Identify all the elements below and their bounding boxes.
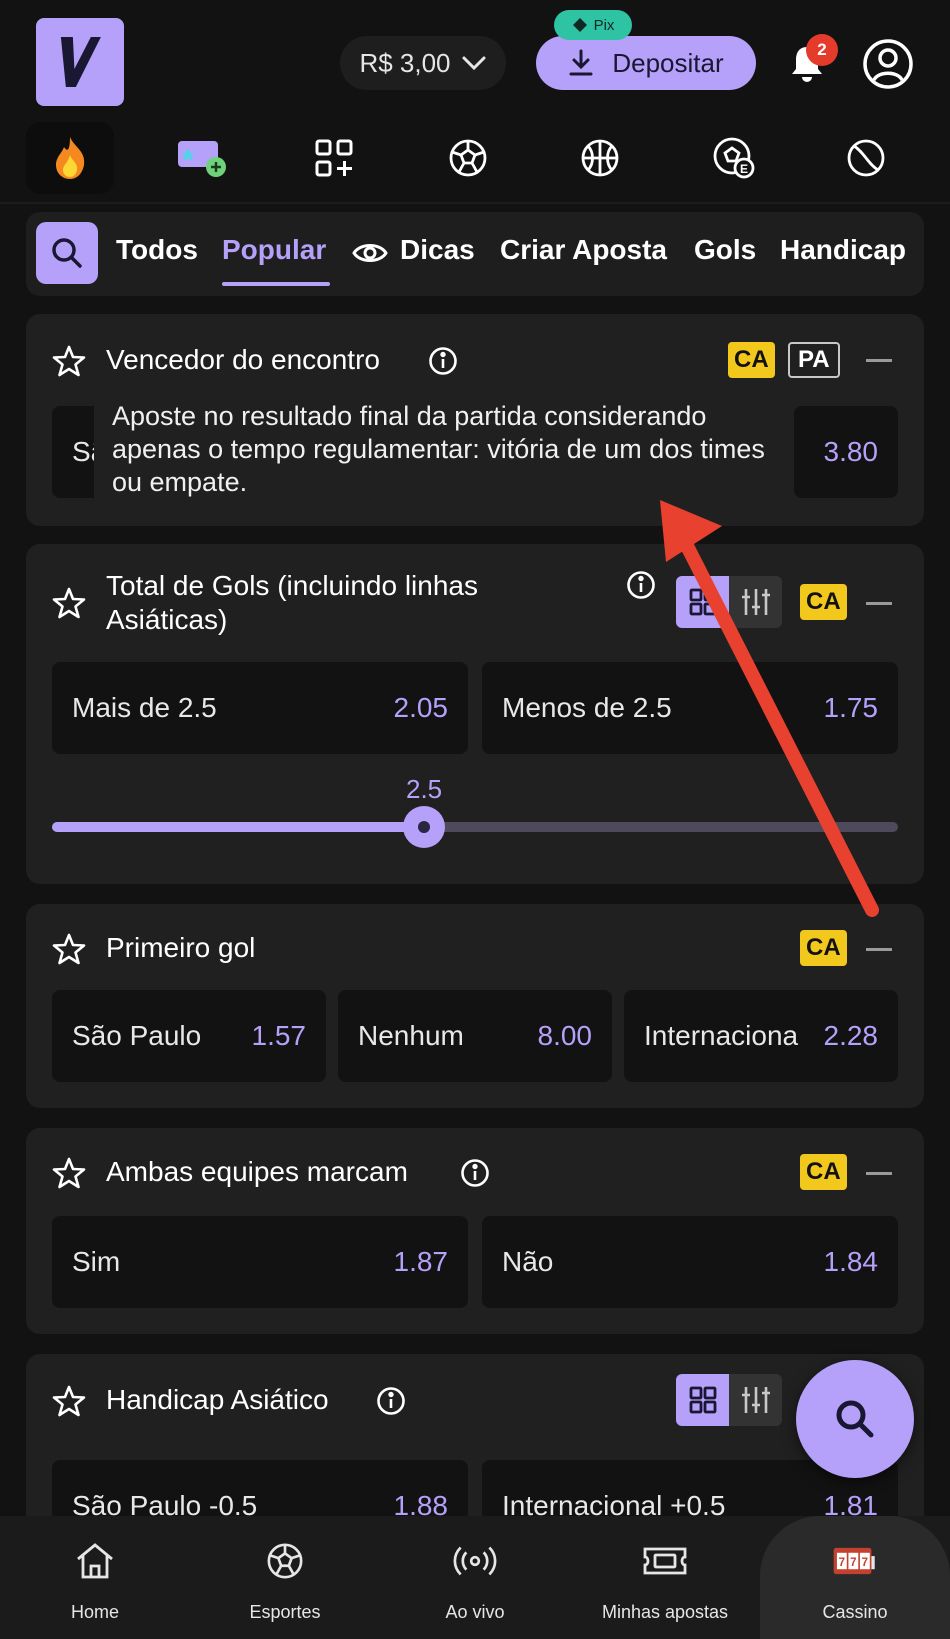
floating-search-button[interactable] bbox=[796, 1360, 914, 1478]
app-logo[interactable] bbox=[36, 18, 124, 106]
odd-button[interactable]: Não 1.84 bbox=[482, 1216, 898, 1308]
favorite-star-icon[interactable] bbox=[52, 586, 86, 620]
soccer-ball-icon[interactable] bbox=[424, 122, 512, 194]
esports-ball-icon[interactable]: E bbox=[690, 122, 778, 194]
pix-badge: Pix bbox=[554, 10, 632, 40]
search-icon bbox=[52, 238, 82, 268]
market-search-button[interactable] bbox=[36, 222, 98, 284]
nav-esportes[interactable]: Esportes bbox=[190, 1516, 380, 1639]
odd-value: 1.57 bbox=[251, 1020, 307, 1051]
nav-minhas-apostas[interactable]: Minhas apostas bbox=[570, 1516, 760, 1639]
info-icon[interactable] bbox=[376, 1386, 406, 1416]
odd-button[interactable]: Sim 1.87 bbox=[52, 1216, 468, 1308]
odd-button-over[interactable]: Mais de 2.5 2.05 bbox=[52, 662, 468, 754]
user-profile-icon[interactable] bbox=[862, 38, 914, 90]
tab-todos[interactable]: Todos bbox=[116, 234, 198, 266]
market-title-line2: Asiáticas) bbox=[106, 604, 228, 635]
tab-popular[interactable]: Popular bbox=[222, 234, 326, 266]
nav-ao-vivo[interactable]: Ao vivo bbox=[380, 1516, 570, 1639]
favorite-star-icon[interactable] bbox=[52, 1384, 86, 1418]
favorite-star-icon[interactable] bbox=[52, 1156, 86, 1190]
home-icon bbox=[72, 1538, 118, 1584]
slider-view-icon[interactable] bbox=[729, 1374, 782, 1426]
market-title-line1: Total de Gols (incluindo linhas bbox=[106, 570, 478, 601]
header-divider bbox=[0, 202, 950, 204]
grid-view-icon[interactable] bbox=[676, 1374, 729, 1426]
odd-value: 2.05 bbox=[393, 692, 449, 723]
odd-value: 1.87 bbox=[393, 1246, 449, 1277]
tennis-ball-icon[interactable] bbox=[822, 122, 910, 194]
download-icon bbox=[569, 49, 593, 76]
info-icon[interactable] bbox=[460, 1158, 490, 1188]
tab-gols[interactable]: Gols bbox=[694, 234, 756, 266]
market-filter-bar: Todos Popular Dicas Criar Aposta Gols Ha… bbox=[26, 212, 924, 296]
favorite-star-icon[interactable] bbox=[52, 932, 86, 966]
slider-fill bbox=[52, 822, 425, 832]
pix-icon bbox=[572, 18, 587, 32]
slot-machine-icon: 777 bbox=[832, 1538, 878, 1584]
nav-home[interactable]: Home bbox=[0, 1516, 190, 1639]
fire-icon[interactable] bbox=[26, 122, 114, 194]
pa-badge: PA bbox=[788, 342, 840, 378]
eye-icon bbox=[352, 244, 388, 262]
ca-badge: CA bbox=[800, 930, 847, 966]
market-card-ambas-marcam: Ambas equipes marcam CA Sim 1.87 Não 1.8… bbox=[26, 1128, 924, 1334]
tab-criar-aposta[interactable]: Criar Aposta bbox=[500, 234, 667, 266]
collapse-icon[interactable] bbox=[866, 1172, 892, 1175]
tab-handicap[interactable]: Handicap bbox=[780, 234, 906, 266]
odd-button[interactable]: Internacional 2.28 bbox=[624, 990, 898, 1082]
collapse-icon[interactable] bbox=[866, 359, 892, 362]
ca-badge: CA bbox=[728, 342, 775, 378]
chevron-down-icon bbox=[462, 56, 486, 71]
svg-text:E: E bbox=[740, 162, 748, 176]
odd-value: 3.80 bbox=[823, 436, 879, 467]
active-tab-indicator bbox=[222, 282, 330, 286]
soccer-ball-icon bbox=[262, 1538, 308, 1584]
slider-value-label: 2.5 bbox=[406, 774, 443, 804]
market-title: Vencedor do encontro bbox=[106, 344, 380, 375]
odd-button[interactable]: Nenhum 8.00 bbox=[338, 990, 612, 1082]
balance-amount: R$ 3,00 bbox=[359, 47, 451, 78]
favorite-star-icon[interactable] bbox=[52, 344, 86, 378]
market-title: Handicap Asiático bbox=[106, 1384, 329, 1415]
view-toggle bbox=[676, 1374, 782, 1426]
odd-value: 8.00 bbox=[537, 1020, 593, 1051]
basketball-icon[interactable] bbox=[556, 122, 644, 194]
svg-text:7: 7 bbox=[850, 1557, 856, 1569]
sport-category-row: E bbox=[0, 118, 950, 202]
nav-cassino[interactable]: 777 Cassino bbox=[760, 1516, 950, 1639]
market-card-primeiro-gol: Primeiro gol CA São Paulo 1.57 Nenhum 8.… bbox=[26, 904, 924, 1108]
slider-handle[interactable] bbox=[403, 806, 446, 848]
odd-value: 2.28 bbox=[823, 1020, 879, 1051]
ca-badge: CA bbox=[800, 1154, 847, 1190]
svg-text:7: 7 bbox=[862, 1557, 868, 1569]
odd-button[interactable]: São Paulo 1.57 bbox=[52, 990, 326, 1082]
ticket-star-icon[interactable] bbox=[158, 122, 246, 194]
tab-dicas[interactable]: Dicas bbox=[400, 234, 475, 266]
deposit-label: Depositar bbox=[612, 47, 724, 78]
market-title: Ambas equipes marcam bbox=[106, 1156, 408, 1187]
grid-plus-icon[interactable] bbox=[290, 122, 378, 194]
live-broadcast-icon bbox=[452, 1538, 498, 1584]
collapse-icon[interactable] bbox=[866, 948, 892, 951]
odd-value: 1.84 bbox=[823, 1246, 879, 1277]
bottom-navigation: Home Esportes Ao vivo Minhas apostas 777… bbox=[0, 1516, 950, 1639]
svg-text:7: 7 bbox=[839, 1557, 845, 1569]
notification-count-badge: 2 bbox=[806, 34, 838, 66]
deposit-button[interactable]: Depositar bbox=[536, 36, 756, 90]
info-icon[interactable] bbox=[428, 346, 458, 376]
market-title: Primeiro gol bbox=[106, 932, 256, 963]
search-icon bbox=[836, 1400, 874, 1438]
balance-selector[interactable]: R$ 3,00 bbox=[340, 36, 506, 90]
ticket-icon bbox=[642, 1538, 688, 1584]
annotation-arrow-icon bbox=[660, 500, 879, 917]
